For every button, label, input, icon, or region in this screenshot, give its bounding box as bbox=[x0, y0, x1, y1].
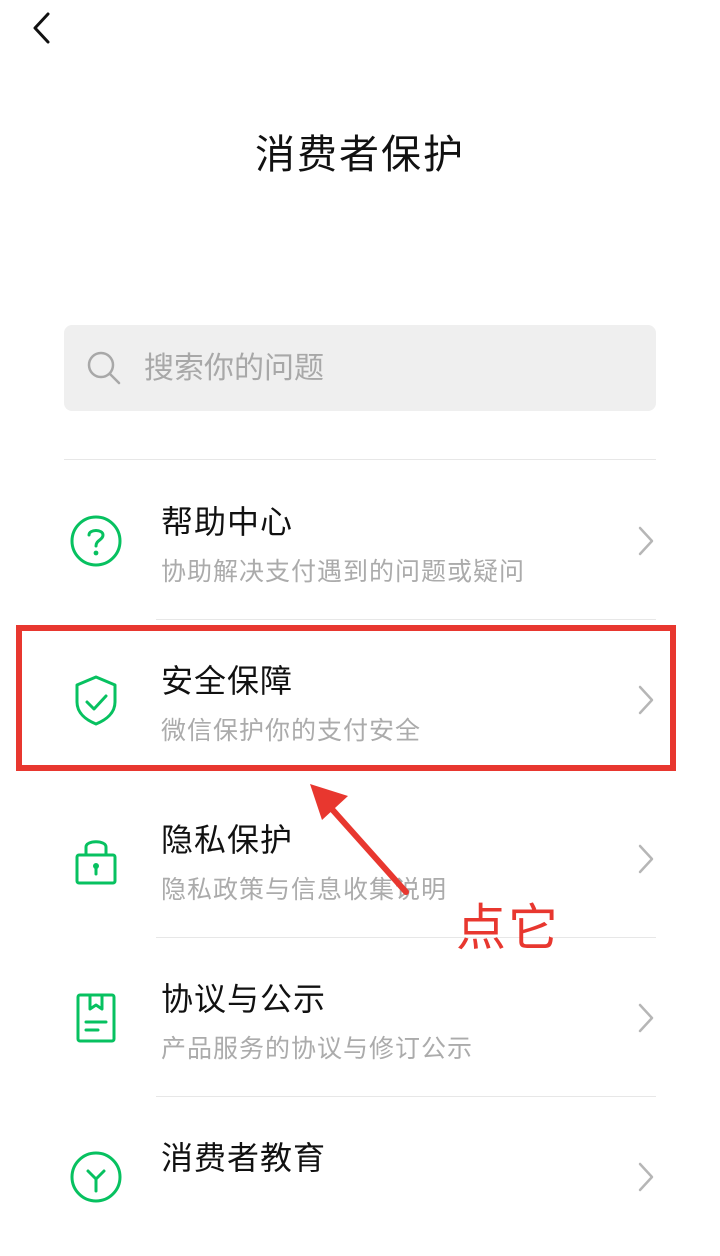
menu-item-title: 帮助中心 bbox=[161, 503, 294, 541]
menu-item-consumer-education[interactable]: 消费者教育 bbox=[0, 1097, 720, 1256]
menu-item-privacy[interactable]: 隐私保护 隐私政策与信息收集说明 bbox=[0, 779, 720, 938]
annotation-label: 点它 bbox=[456, 899, 560, 957]
menu-item-subtitle: 协助解决支付遇到的问题或疑问 bbox=[161, 557, 526, 586]
chevron-left-icon bbox=[33, 12, 50, 44]
search-icon bbox=[86, 350, 122, 386]
menu-item-title: 协议与公示 bbox=[161, 980, 327, 1018]
shield-check-icon bbox=[68, 672, 124, 728]
chevron-right-icon bbox=[638, 1003, 654, 1033]
chevron-right-icon bbox=[638, 685, 654, 715]
menu-item-subtitle: 产品服务的协议与修订公示 bbox=[161, 1034, 474, 1063]
menu-item-help-center[interactable]: 帮助中心 协助解决支付遇到的问题或疑问 bbox=[0, 461, 720, 620]
education-icon bbox=[68, 1149, 124, 1205]
menu-item-agreements[interactable]: 协议与公示 产品服务的协议与修订公示 bbox=[0, 938, 720, 1097]
lock-icon bbox=[68, 831, 124, 887]
menu-item-title: 消费者教育 bbox=[161, 1139, 327, 1177]
chevron-right-icon bbox=[638, 526, 654, 556]
back-button[interactable] bbox=[22, 8, 62, 48]
search-input[interactable] bbox=[142, 349, 606, 387]
chevron-right-icon bbox=[638, 844, 654, 874]
menu-item-subtitle: 隐私政策与信息收集说明 bbox=[161, 875, 448, 904]
menu-item-subtitle: 微信保护你的支付安全 bbox=[161, 716, 422, 745]
question-circle-icon bbox=[68, 513, 124, 569]
divider bbox=[64, 459, 656, 460]
document-icon bbox=[68, 990, 124, 1046]
chevron-right-icon bbox=[638, 1162, 654, 1192]
menu-item-title: 安全保障 bbox=[161, 662, 294, 700]
page-title: 消费者保护 bbox=[255, 132, 465, 178]
menu-item-title: 隐私保护 bbox=[161, 821, 294, 859]
search-bar[interactable] bbox=[64, 325, 656, 411]
menu-item-security[interactable]: 安全保障 微信保护你的支付安全 bbox=[0, 620, 720, 779]
